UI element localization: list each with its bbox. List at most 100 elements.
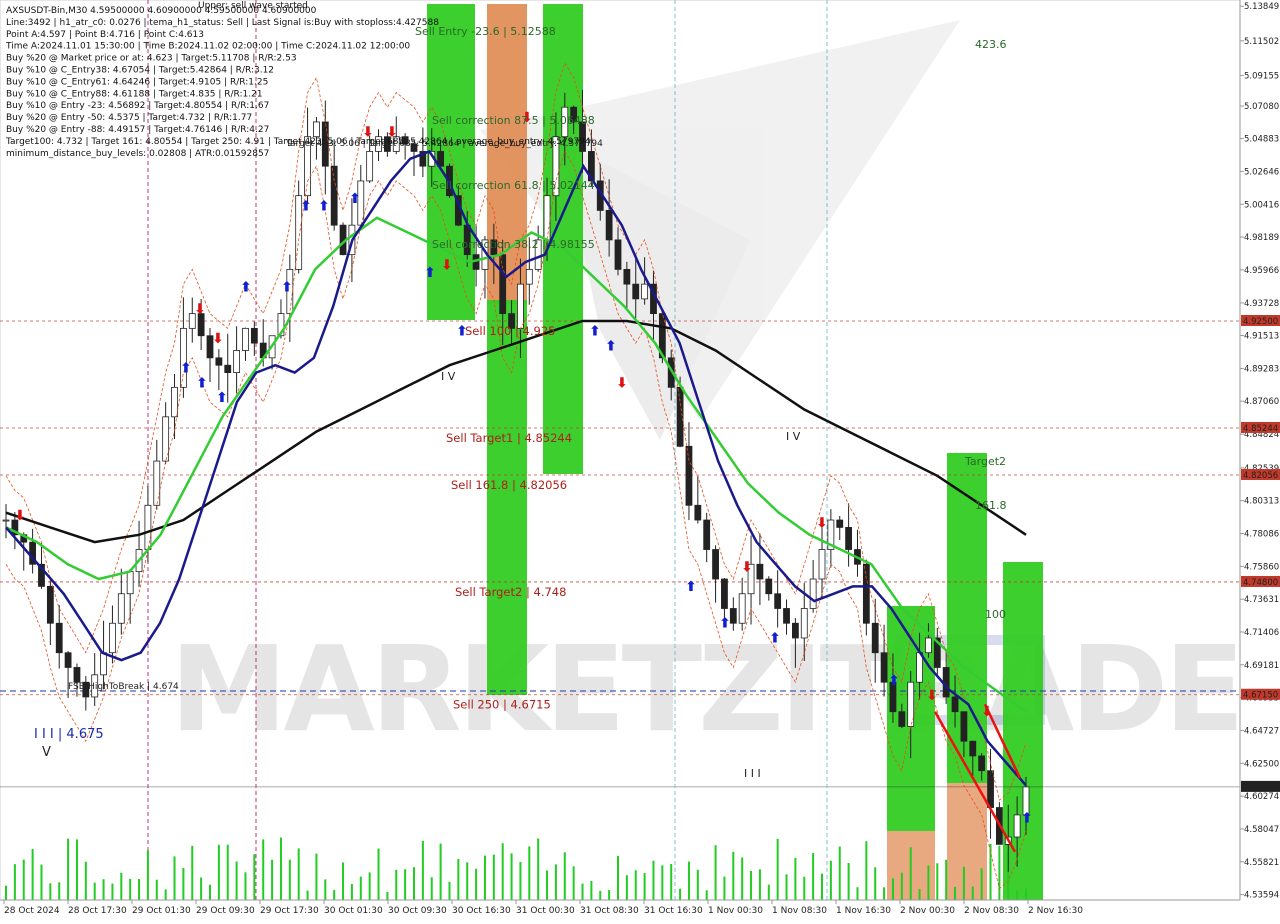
volume-bar <box>617 855 619 900</box>
price-chart[interactable]: MARKETZITRADE ⬆⬆⬆⬆ ⬆⬆ ⬆ ⬆⬆⬆ ⬆⬆⬆⬆⬆⬆⬆⬇⬇⬇⬇ ⬇⬇⬇⬇⬇… <box>0 0 1280 920</box>
price-tick-label: 4.78086 <box>1244 530 1279 540</box>
volume-bar <box>750 870 753 900</box>
volume-bar <box>288 859 291 900</box>
volume-bar <box>528 846 531 900</box>
volume-bar <box>758 869 761 900</box>
candle-body <box>117 593 125 624</box>
candle-body <box>694 504 702 521</box>
volume-bar <box>67 838 70 900</box>
volume-bar <box>22 859 25 900</box>
zone-label: Target2 <box>964 455 1006 468</box>
time-tick-label: 2 Nov 08:30 <box>964 906 1019 916</box>
candle-body <box>836 519 844 528</box>
level-label: Sell Target1 | 4.85244 <box>446 431 572 445</box>
candle-body <box>765 578 773 595</box>
candle-body <box>632 283 640 300</box>
volume-bar <box>980 868 983 900</box>
annotation-label: I I I <box>744 767 761 780</box>
candle-body <box>126 571 134 595</box>
signal-zone <box>487 300 527 695</box>
candle-body <box>641 283 649 300</box>
watermark-text: MARKETZITRADE <box>170 620 1241 758</box>
volume-bar <box>803 876 806 900</box>
zone-label: Sell correction 38.2 | 4.98155 <box>432 238 595 251</box>
candle-body <box>250 327 258 344</box>
volume-bar <box>936 863 939 900</box>
candle-body <box>907 681 915 727</box>
volume-bar <box>200 877 203 900</box>
volume-bar <box>164 889 167 900</box>
volume-bar <box>306 890 309 900</box>
candle-body <box>2 519 10 522</box>
volume-bar <box>138 879 141 900</box>
buy-arrow-icon: ⬆ <box>769 630 781 646</box>
volume-bar <box>608 890 611 900</box>
volume-bar <box>31 849 34 900</box>
candle-body <box>809 578 817 609</box>
price-axis: 5.13849 5.11502 5.09155 5.07080 5.04883 5.026… <box>1239 0 1280 901</box>
volume-bar <box>102 879 105 900</box>
candle-body <box>605 210 613 241</box>
volume-bar <box>829 860 832 900</box>
candle-body <box>960 711 968 742</box>
buy-arrow-icon: ⬆ <box>589 324 601 340</box>
price-tick-label: 4.55821 <box>1244 858 1279 868</box>
volume-bar <box>874 867 877 900</box>
price-tick-label: 4.87060 <box>1244 397 1279 407</box>
signal-zone <box>1003 562 1043 900</box>
volume-bar <box>217 844 220 900</box>
sell-arrow-icon: ⬇ <box>981 704 993 720</box>
volume-bar <box>909 847 912 900</box>
price-tick-label: 5.07080 <box>1244 102 1279 112</box>
price-badge-label: 4.67150 <box>1243 691 1278 701</box>
buy-arrow-icon: ⬆ <box>424 265 436 281</box>
candle-body <box>525 268 533 285</box>
level-label: Sell 161.8 | 4.82056 <box>451 478 567 492</box>
price-tick-label: 5.02646 <box>1244 167 1279 177</box>
buy-arrow-icon: ⬆ <box>685 579 697 595</box>
signal-zone <box>487 4 527 304</box>
time-tick-label: 30 Oct 09:30 <box>388 906 447 916</box>
info-line: Time A:2024.11.01 15:30:00 | Time B:2024… <box>5 42 410 52</box>
volume-bar <box>75 839 78 900</box>
volume-bar <box>998 845 1001 900</box>
candle-body <box>738 593 746 624</box>
candle-body <box>330 165 338 226</box>
time-tick-label: 28 Oct 2024 <box>4 906 60 916</box>
candle-body <box>153 460 161 506</box>
volume-bar <box>519 862 522 900</box>
info-line: Buy %20 @ Entry -88: 4.49157 | Target:4.… <box>6 125 269 135</box>
volume-bar <box>554 864 557 900</box>
candle-body <box>721 578 728 609</box>
info-line: minimum_distance_buy_levels: 0.02808 | A… <box>6 149 269 159</box>
volume-bar <box>1016 890 1019 900</box>
candle-body <box>313 121 320 138</box>
info-line: Buy %10 @ C_Entry61: 4.64246 | Target:4.… <box>6 77 268 87</box>
volume-bar <box>191 845 194 900</box>
buy-arrow-icon: ⬆ <box>300 198 312 214</box>
volume-bar <box>962 866 965 900</box>
volume-bar <box>173 856 176 900</box>
buy-arrow-icon: ⬆ <box>349 191 361 207</box>
sell-arrow-icon: ⬇ <box>616 375 628 391</box>
candle-body <box>880 652 888 683</box>
candle-body <box>623 268 631 285</box>
price-tick-label: 4.62500 <box>1244 759 1279 769</box>
volume-bar <box>155 879 158 900</box>
candle-body <box>987 770 994 808</box>
volume-bar <box>643 873 646 900</box>
info-line: Line:3492 | h1_atr_c0: 0.0276 | tema_h1_… <box>6 18 439 28</box>
volume-bar <box>546 870 549 900</box>
volume-bar <box>235 861 238 900</box>
candle-body <box>144 504 152 550</box>
volume-bar <box>599 890 602 900</box>
candle-body <box>233 350 241 373</box>
price-tick-label: 5.13849 <box>1244 2 1279 12</box>
volume-bar <box>483 855 486 900</box>
zone-label: Sell correction 61.8 | 5.02144 <box>432 179 595 192</box>
candle-body <box>783 608 790 624</box>
sell-arrow-icon: ⬇ <box>816 515 828 531</box>
volume-bar <box>244 872 247 900</box>
volume-bar <box>794 857 797 900</box>
volume-bar <box>430 877 433 900</box>
